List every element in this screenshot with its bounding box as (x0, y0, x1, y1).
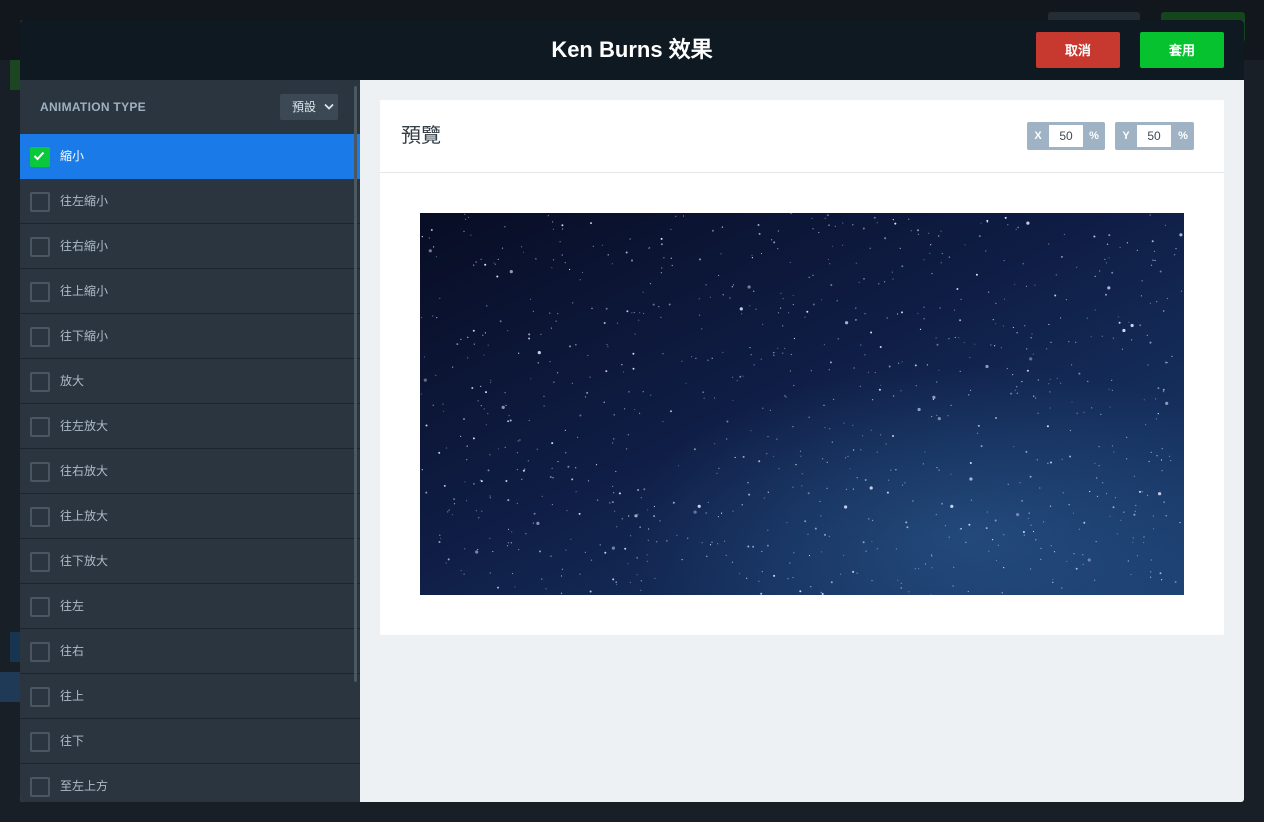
y-position-input[interactable]: 50 (1137, 125, 1171, 147)
checkbox[interactable] (30, 192, 50, 212)
animation-type-label: 往上縮小 (60, 284, 109, 298)
animation-type-label: 往下放大 (60, 554, 109, 568)
y-position-control: Y 50 % (1115, 122, 1194, 150)
dialog-header: Ken Burns 效果 取消 套用 (20, 20, 1244, 80)
animation-type-item[interactable]: 往下放大 (20, 539, 360, 584)
animation-type-item[interactable]: 往上 (20, 674, 360, 719)
x-position-control: X 50 % (1027, 122, 1105, 150)
chevron-down-icon (324, 103, 334, 110)
animation-type-label: 放大 (60, 374, 85, 388)
y-unit-label: % (1178, 130, 1188, 142)
preview-title: 預覽 (401, 125, 441, 147)
animation-type-label: 往右縮小 (60, 239, 109, 253)
animation-type-label: 往右 (60, 644, 85, 658)
checkbox[interactable] (30, 597, 50, 617)
x-axis-label: X (1034, 130, 1042, 142)
checkbox[interactable] (30, 327, 50, 347)
animation-type-item[interactable]: 往下 (20, 719, 360, 764)
animation-type-list: 縮小往左縮小往右縮小往上縮小往下縮小放大往左放大往右放大往上放大往下放大往左往右… (20, 134, 360, 802)
animation-type-label: 往上 (60, 689, 85, 703)
animation-type-label: 往下縮小 (60, 329, 109, 343)
animation-type-item[interactable]: 往上縮小 (20, 269, 360, 314)
y-axis-label: Y (1122, 130, 1130, 142)
sidebar-header: ANIMATION TYPE 預設 (20, 80, 360, 134)
checkbox[interactable] (30, 372, 50, 392)
animation-type-item[interactable]: 往左放大 (20, 404, 360, 449)
animation-type-item[interactable]: 至左上方 (20, 764, 360, 802)
animation-type-item[interactable]: 往左縮小 (20, 179, 360, 224)
checkbox[interactable] (30, 732, 50, 752)
ken-burns-dialog: Ken Burns 效果 取消 套用 ANIMATION TYPE 預設 縮小往… (20, 20, 1244, 802)
cancel-button[interactable]: 取消 (1036, 32, 1120, 68)
checkbox[interactable] (30, 417, 50, 437)
divider (380, 172, 1224, 173)
animation-type-label: 往左放大 (60, 419, 109, 433)
animation-type-label: 往左縮小 (60, 194, 109, 208)
checkbox[interactable] (30, 282, 50, 302)
apply-button[interactable]: 套用 (1140, 32, 1224, 68)
scrollbar[interactable] (354, 86, 357, 682)
checkbox[interactable] (30, 237, 50, 257)
x-position-input[interactable]: 50 (1049, 125, 1083, 147)
checkbox-checked[interactable] (30, 147, 50, 167)
animation-type-item[interactable]: 往右 (20, 629, 360, 674)
preset-select-value: 預設 (292, 100, 317, 114)
checkbox[interactable] (30, 552, 50, 572)
starfield-image (420, 213, 1184, 595)
checkbox[interactable] (30, 777, 50, 797)
animation-type-item[interactable]: 往左 (20, 584, 360, 629)
preset-select[interactable]: 預設 (280, 94, 338, 120)
animation-type-label: 縮小 (60, 149, 85, 163)
checkbox[interactable] (30, 642, 50, 662)
animation-type-label: ANIMATION TYPE (40, 100, 146, 114)
animation-type-label: 往上放大 (60, 509, 109, 523)
preview-image (420, 213, 1184, 595)
animation-type-item[interactable]: 往上放大 (20, 494, 360, 539)
animation-type-item[interactable]: 往下縮小 (20, 314, 360, 359)
animation-type-item[interactable]: 往右縮小 (20, 224, 360, 269)
x-unit-label: % (1089, 130, 1099, 142)
checkbox[interactable] (30, 462, 50, 482)
animation-type-item[interactable]: 往右放大 (20, 449, 360, 494)
checkbox[interactable] (30, 687, 50, 707)
animation-type-label: 往下 (60, 734, 85, 748)
checkbox[interactable] (30, 507, 50, 527)
animation-type-label: 往左 (60, 599, 85, 613)
animation-type-label: 往右放大 (60, 464, 109, 478)
animation-type-item[interactable]: 縮小 (20, 134, 360, 179)
preview-panel: 預覽 X 50 % Y 50 % (380, 100, 1224, 635)
animation-type-sidebar: ANIMATION TYPE 預設 縮小往左縮小往右縮小往上縮小往下縮小放大往左… (20, 80, 360, 802)
check-icon (33, 151, 45, 161)
animation-type-item[interactable]: 放大 (20, 359, 360, 404)
animation-type-label: 至左上方 (60, 779, 109, 793)
